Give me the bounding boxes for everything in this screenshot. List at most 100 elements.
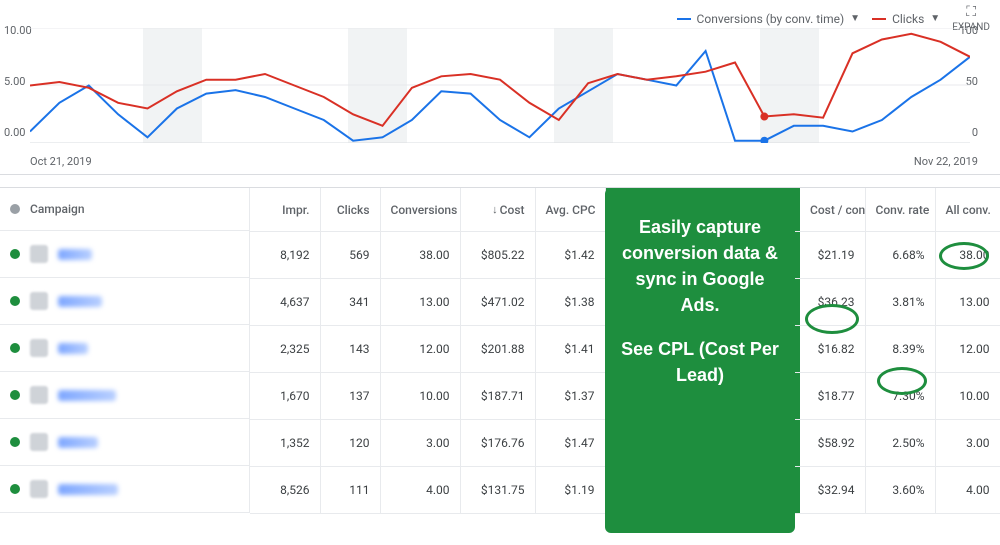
status-enabled-icon bbox=[10, 484, 20, 494]
status-filter-icon[interactable] bbox=[10, 204, 20, 214]
campaigns-table: Campaign Impr. Clicks Conversions ↓ Cost … bbox=[0, 187, 1000, 514]
cell-cost: $131.75 bbox=[460, 466, 535, 513]
legend-label: Clicks bbox=[892, 12, 924, 26]
cell-campaign[interactable] bbox=[0, 419, 250, 466]
cell-campaign[interactable] bbox=[0, 231, 250, 278]
cell-all-conv: 10.00 bbox=[935, 372, 1000, 419]
campaign-thumb bbox=[30, 386, 48, 404]
col-campaign[interactable]: Campaign bbox=[0, 188, 250, 231]
legend-label: Conversions (by conv. time) bbox=[697, 12, 845, 26]
status-enabled-icon bbox=[10, 437, 20, 447]
table-row[interactable]: 1,3521203.00$176.76$1.47$58.922.50%3.00 bbox=[0, 419, 1000, 466]
col-cost[interactable]: ↓Cost bbox=[460, 188, 535, 231]
cell-clicks: 111 bbox=[320, 466, 380, 513]
chevron-down-icon: ▼ bbox=[930, 13, 940, 24]
col-cost-conv[interactable]: Cost / conv. bbox=[800, 188, 865, 231]
cell-avg-cpc: $1.42 bbox=[535, 231, 605, 278]
cell-conv-rate: 7.30% bbox=[865, 372, 935, 419]
legend-series-clicks[interactable]: Clicks ▼ bbox=[872, 12, 940, 26]
annotation-callout: Easily capture conversion data & sync in… bbox=[605, 188, 795, 533]
campaign-name-blurred bbox=[58, 437, 98, 448]
cell-clicks: 341 bbox=[320, 278, 380, 325]
campaign-thumb bbox=[30, 245, 48, 263]
cell-all-conv: 12.00 bbox=[935, 325, 1000, 372]
col-all-conv[interactable]: All conv. bbox=[935, 188, 1000, 231]
cell-cost: $805.22 bbox=[460, 231, 535, 278]
cell-impr: 8,192 bbox=[250, 231, 320, 278]
y-axis-left: 10.00 5.00 0.00 bbox=[4, 24, 32, 139]
cell-clicks: 143 bbox=[320, 325, 380, 372]
table-row[interactable]: 8,5261114.00$131.75$1.19$32.943.60%4.00 bbox=[0, 466, 1000, 513]
cell-avg-cpc: $1.37 bbox=[535, 372, 605, 419]
col-avg-cpc[interactable]: Avg. CPC bbox=[535, 188, 605, 231]
cell-campaign[interactable] bbox=[0, 372, 250, 419]
cell-cost: $187.71 bbox=[460, 372, 535, 419]
status-enabled-icon bbox=[10, 296, 20, 306]
cell-avg-cpc: $1.47 bbox=[535, 419, 605, 466]
cell-conv-rate: 6.68% bbox=[865, 231, 935, 278]
cell-conv-rate: 2.50% bbox=[865, 419, 935, 466]
legend-series-conversions[interactable]: Conversions (by conv. time) ▼ bbox=[677, 12, 861, 26]
expand-icon: ⛶ bbox=[966, 4, 976, 20]
col-conversions[interactable]: Conversions bbox=[380, 188, 460, 231]
chart-plot bbox=[30, 28, 970, 143]
cell-avg-cpc: $1.41 bbox=[535, 325, 605, 372]
status-enabled-icon bbox=[10, 343, 20, 353]
table-row[interactable]: 8,19256938.00$805.22$1.42$21.196.68%38.0… bbox=[0, 231, 1000, 278]
cell-all-conv: 4.00 bbox=[935, 466, 1000, 513]
table-header-row: Campaign Impr. Clicks Conversions ↓ Cost … bbox=[0, 188, 1000, 231]
cell-conv-rate: 8.39% bbox=[865, 325, 935, 372]
campaign-name-blurred bbox=[58, 390, 116, 401]
status-enabled-icon bbox=[10, 249, 20, 259]
cell-cost: $471.02 bbox=[460, 278, 535, 325]
cell-clicks: 569 bbox=[320, 231, 380, 278]
cell-conv-rate: 3.60% bbox=[865, 466, 935, 513]
cell-impr: 4,637 bbox=[250, 278, 320, 325]
col-clicks[interactable]: Clicks bbox=[320, 188, 380, 231]
cell-all-conv: 38.00 bbox=[935, 231, 1000, 278]
status-enabled-icon bbox=[10, 390, 20, 400]
cell-conversions: 10.00 bbox=[380, 372, 460, 419]
table-row[interactable]: 2,32514312.00$201.88$1.41$16.828.39%12.0… bbox=[0, 325, 1000, 372]
cell-avg-cpc: $1.19 bbox=[535, 466, 605, 513]
cell-all-conv: 3.00 bbox=[935, 419, 1000, 466]
campaign-thumb bbox=[30, 292, 48, 310]
chevron-down-icon: ▼ bbox=[850, 13, 860, 24]
cell-conversions: 4.00 bbox=[380, 466, 460, 513]
col-conv-rate[interactable]: Conv. rate bbox=[865, 188, 935, 231]
cell-avg-cpc: $1.38 bbox=[535, 278, 605, 325]
cell-impr: 2,325 bbox=[250, 325, 320, 372]
metrics-chart: Conversions (by conv. time) ▼ Clicks ▼ ⛶… bbox=[0, 0, 1000, 175]
cell-cost-conv: $32.94 bbox=[800, 466, 865, 513]
cell-all-conv: 13.00 bbox=[935, 278, 1000, 325]
campaign-name-blurred bbox=[58, 249, 92, 260]
table-row[interactable]: 1,67013710.00$187.71$1.37$18.777.30%10.0… bbox=[0, 372, 1000, 419]
swatch-blue-icon bbox=[677, 18, 691, 20]
campaign-thumb bbox=[30, 433, 48, 451]
cell-campaign[interactable] bbox=[0, 278, 250, 325]
campaign-name-blurred bbox=[58, 296, 102, 307]
cell-campaign[interactable] bbox=[0, 466, 250, 513]
table-row[interactable]: 4,63734113.00$471.02$1.38$36.233.81%13.0… bbox=[0, 278, 1000, 325]
cell-conversions: 3.00 bbox=[380, 419, 460, 466]
cell-conversions: 38.00 bbox=[380, 231, 460, 278]
campaign-thumb bbox=[30, 480, 48, 498]
callout-text-2: See CPL (Cost Per Lead) bbox=[619, 336, 781, 388]
cell-conversions: 12.00 bbox=[380, 325, 460, 372]
col-impr[interactable]: Impr. bbox=[250, 188, 320, 231]
cell-cost-conv: $18.77 bbox=[800, 372, 865, 419]
cell-cost-conv: $16.82 bbox=[800, 325, 865, 372]
campaign-name-blurred bbox=[58, 484, 118, 495]
cell-impr: 1,670 bbox=[250, 372, 320, 419]
cell-conversions: 13.00 bbox=[380, 278, 460, 325]
cell-campaign[interactable] bbox=[0, 325, 250, 372]
cell-impr: 8,526 bbox=[250, 466, 320, 513]
cell-cost: $176.76 bbox=[460, 419, 535, 466]
cell-conv-rate: 3.81% bbox=[865, 278, 935, 325]
cell-cost-conv: $58.92 bbox=[800, 419, 865, 466]
cell-impr: 1,352 bbox=[250, 419, 320, 466]
swatch-red-icon bbox=[872, 18, 886, 20]
x-axis: Oct 21, 2019 Nov 22, 2019 bbox=[30, 155, 978, 168]
sort-desc-icon: ↓ bbox=[492, 203, 498, 216]
campaign-thumb bbox=[30, 339, 48, 357]
